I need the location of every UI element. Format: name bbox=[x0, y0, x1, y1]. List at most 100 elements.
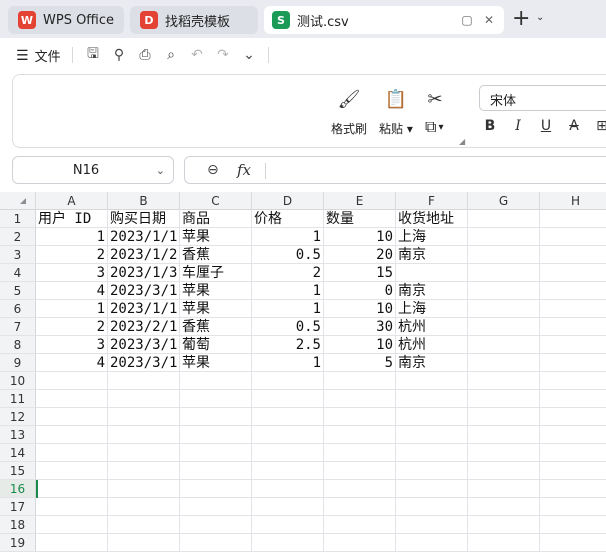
name-box[interactable]: N16 ⌄ bbox=[12, 156, 174, 184]
cell-f8[interactable]: 杭州 bbox=[396, 336, 468, 354]
row-header[interactable]: 19 bbox=[0, 534, 36, 552]
cell-h8[interactable] bbox=[540, 336, 606, 354]
cell-g12[interactable] bbox=[468, 408, 540, 426]
file-menu-button[interactable]: ☰ 文件 bbox=[16, 46, 61, 66]
cell-g1[interactable] bbox=[468, 210, 540, 228]
cell-a10[interactable] bbox=[36, 372, 108, 390]
print-preview-icon[interactable]: ⌕ bbox=[162, 46, 180, 64]
column-header-a[interactable]: A bbox=[36, 192, 108, 210]
cell-c10[interactable] bbox=[180, 372, 252, 390]
row-header[interactable]: 4 bbox=[0, 264, 36, 282]
cell-c8[interactable]: 葡萄 bbox=[180, 336, 252, 354]
cell-e9[interactable]: 5 bbox=[324, 354, 396, 372]
cell-f7[interactable]: 杭州 bbox=[396, 318, 468, 336]
cell-e5[interactable]: 0 bbox=[324, 282, 396, 300]
cell-a1[interactable]: 用户 ID bbox=[36, 210, 108, 228]
cell-e1[interactable]: 数量 bbox=[324, 210, 396, 228]
column-header-f[interactable]: F bbox=[396, 192, 468, 210]
cell-b3[interactable]: 2023/1/2 bbox=[108, 246, 180, 264]
row-header[interactable]: 12 bbox=[0, 408, 36, 426]
column-header-e[interactable]: E bbox=[324, 192, 396, 210]
cell-h9[interactable] bbox=[540, 354, 606, 372]
cell-f15[interactable] bbox=[396, 462, 468, 480]
cell-g8[interactable] bbox=[468, 336, 540, 354]
cell-g13[interactable] bbox=[468, 426, 540, 444]
tab-wps-office[interactable]: W WPS Office bbox=[8, 6, 124, 34]
cell-h16[interactable] bbox=[540, 480, 606, 498]
row-header[interactable]: 1 bbox=[0, 210, 36, 228]
cell-b19[interactable] bbox=[108, 534, 180, 552]
formula-input[interactable]: ⊖ fx bbox=[184, 156, 606, 184]
bold-button[interactable]: B bbox=[481, 117, 499, 135]
row-header[interactable]: 9 bbox=[0, 354, 36, 372]
cell-d15[interactable] bbox=[252, 462, 324, 480]
column-header-c[interactable]: C bbox=[180, 192, 252, 210]
cell-a9[interactable]: 4 bbox=[36, 354, 108, 372]
cell-g5[interactable] bbox=[468, 282, 540, 300]
cell-e3[interactable]: 20 bbox=[324, 246, 396, 264]
cell-h12[interactable] bbox=[540, 408, 606, 426]
cell-c2[interactable]: 苹果 bbox=[180, 228, 252, 246]
cell-d3[interactable]: 0.5 bbox=[252, 246, 324, 264]
cell-c3[interactable]: 香蕉 bbox=[180, 246, 252, 264]
insert-function-icon[interactable]: fx bbox=[237, 161, 251, 179]
dialog-launcher-icon[interactable]: ◢ bbox=[459, 137, 465, 146]
cell-c16[interactable] bbox=[180, 480, 252, 498]
cell-d13[interactable] bbox=[252, 426, 324, 444]
cell-e16[interactable] bbox=[324, 480, 396, 498]
redo-icon[interactable]: ↷ bbox=[214, 46, 232, 64]
cell-a8[interactable]: 3 bbox=[36, 336, 108, 354]
cell-d6[interactable]: 1 bbox=[252, 300, 324, 318]
cell-c7[interactable]: 香蕉 bbox=[180, 318, 252, 336]
cell-d14[interactable] bbox=[252, 444, 324, 462]
cell-c19[interactable] bbox=[180, 534, 252, 552]
new-tab-plus-icon[interactable]: + bbox=[512, 8, 530, 30]
print-icon[interactable]: ⎙ bbox=[136, 46, 154, 64]
cell-g2[interactable] bbox=[468, 228, 540, 246]
cell-e17[interactable] bbox=[324, 498, 396, 516]
cell-f9[interactable]: 南京 bbox=[396, 354, 468, 372]
cell-d4[interactable]: 2 bbox=[252, 264, 324, 282]
cell-h13[interactable] bbox=[540, 426, 606, 444]
cell-g15[interactable] bbox=[468, 462, 540, 480]
select-all-corner[interactable] bbox=[0, 192, 36, 210]
column-header-b[interactable]: B bbox=[108, 192, 180, 210]
window-restore-icon[interactable]: ▢ bbox=[460, 13, 474, 27]
cell-e13[interactable] bbox=[324, 426, 396, 444]
cell-g3[interactable] bbox=[468, 246, 540, 264]
cell-f5[interactable]: 南京 bbox=[396, 282, 468, 300]
row-header[interactable]: 15 bbox=[0, 462, 36, 480]
row-header[interactable]: 18 bbox=[0, 516, 36, 534]
row-header[interactable]: 5 bbox=[0, 282, 36, 300]
row-header[interactable]: 14 bbox=[0, 444, 36, 462]
cell-b12[interactable] bbox=[108, 408, 180, 426]
cell-f16[interactable] bbox=[396, 480, 468, 498]
cell-b7[interactable]: 2023/2/1 bbox=[108, 318, 180, 336]
column-header-g[interactable]: G bbox=[468, 192, 540, 210]
cell-c11[interactable] bbox=[180, 390, 252, 408]
cell-a15[interactable] bbox=[36, 462, 108, 480]
cell-g17[interactable] bbox=[468, 498, 540, 516]
cell-h1[interactable] bbox=[540, 210, 606, 228]
chevron-down-icon[interactable]: ⌄ bbox=[536, 12, 544, 23]
cell-d2[interactable]: 1 bbox=[252, 228, 324, 246]
close-icon[interactable]: ✕ bbox=[482, 13, 496, 27]
cell-c4[interactable]: 车厘子 bbox=[180, 264, 252, 282]
cell-f10[interactable] bbox=[396, 372, 468, 390]
cell-c18[interactable] bbox=[180, 516, 252, 534]
cell-g11[interactable] bbox=[468, 390, 540, 408]
cell-b18[interactable] bbox=[108, 516, 180, 534]
row-header[interactable]: 3 bbox=[0, 246, 36, 264]
cell-b15[interactable] bbox=[108, 462, 180, 480]
cell-d9[interactable]: 1 bbox=[252, 354, 324, 372]
row-header[interactable]: 13 bbox=[0, 426, 36, 444]
row-header[interactable]: 2 bbox=[0, 228, 36, 246]
cell-g10[interactable] bbox=[468, 372, 540, 390]
cell-f12[interactable] bbox=[396, 408, 468, 426]
cell-e4[interactable]: 15 bbox=[324, 264, 396, 282]
cell-a19[interactable] bbox=[36, 534, 108, 552]
cell-b16[interactable] bbox=[108, 480, 180, 498]
cell-e2[interactable]: 10 bbox=[324, 228, 396, 246]
cell-a2[interactable]: 1 bbox=[36, 228, 108, 246]
cell-b10[interactable] bbox=[108, 372, 180, 390]
